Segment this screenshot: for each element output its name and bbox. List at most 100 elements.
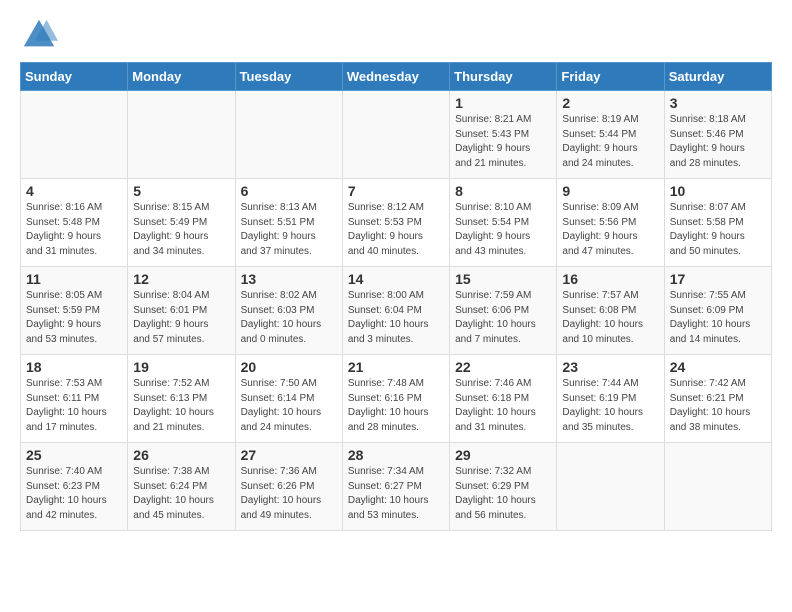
day-cell: 8 Sunrise: 8:10 AMSunset: 5:54 PMDaylight…	[450, 179, 557, 267]
day-cell	[557, 443, 664, 531]
day-info: Sunrise: 8:05 AMSunset: 5:59 PMDaylight:…	[26, 289, 122, 347]
day-info: Sunrise: 7:53 AMSunset: 6:11 PMDaylight:…	[26, 377, 122, 435]
calendar-header: SundayMondayTuesdayWednesdayThursdayFrid…	[21, 63, 772, 91]
day-info: Sunrise: 8:21 AMSunset: 5:43 PMDaylight:…	[455, 113, 551, 171]
calendar-body: 1 Sunrise: 8:21 AMSunset: 5:43 PMDaylight…	[21, 91, 772, 531]
header-cell-friday: Friday	[557, 63, 664, 91]
logo-icon	[20, 16, 58, 54]
day-number: 20	[241, 359, 337, 375]
day-cell: 6Sunrise: 8:13 AMSunset: 5:51 PMDaylight…	[235, 179, 342, 267]
day-number: 14	[348, 271, 444, 287]
day-number: 26	[133, 447, 229, 463]
day-cell: 28Sunrise: 7:34 AMSunset: 6:27 PMDayligh…	[342, 443, 449, 531]
day-cell: 4 Sunrise: 8:16 AMSunset: 5:48 PMDaylight…	[21, 179, 128, 267]
day-info: Sunrise: 7:59 AMSunset: 6:06 PMDaylight:…	[455, 289, 551, 347]
day-info: Sunrise: 8:04 AMSunset: 6:01 PMDaylight:…	[133, 289, 229, 347]
day-info: Sunrise: 8:18 AMSunset: 5:46 PMDaylight:…	[670, 113, 766, 171]
day-cell: 7 Sunrise: 8:12 AMSunset: 5:53 PMDaylight…	[342, 179, 449, 267]
day-number: 8	[455, 183, 551, 199]
day-info: Sunrise: 8:10 AMSunset: 5:54 PMDaylight:…	[455, 201, 551, 259]
day-info: Sunrise: 7:50 AMSunset: 6:14 PMDaylight:…	[241, 377, 337, 435]
day-cell: 2 Sunrise: 8:19 AMSunset: 5:44 PMDaylight…	[557, 91, 664, 179]
day-cell: 29 Sunrise: 7:32 AMSunset: 6:29 PMDayligh…	[450, 443, 557, 531]
day-cell: 9Sunrise: 8:09 AMSunset: 5:56 PMDaylight…	[557, 179, 664, 267]
day-number: 7	[348, 183, 444, 199]
header-cell-saturday: Saturday	[664, 63, 771, 91]
day-number: 9	[562, 183, 658, 199]
header-row: SundayMondayTuesdayWednesdayThursdayFrid…	[21, 63, 772, 91]
day-info: Sunrise: 8:15 AMSunset: 5:49 PMDaylight:…	[133, 201, 229, 259]
day-number: 25	[26, 447, 122, 463]
week-row-4: 25Sunrise: 7:40 AMSunset: 6:23 PMDayligh…	[21, 443, 772, 531]
week-row-3: 18 Sunrise: 7:53 AMSunset: 6:11 PMDayligh…	[21, 355, 772, 443]
header-cell-thursday: Thursday	[450, 63, 557, 91]
day-info: Sunrise: 8:02 AMSunset: 6:03 PMDaylight:…	[241, 289, 337, 347]
day-info: Sunrise: 7:55 AMSunset: 6:09 PMDaylight:…	[670, 289, 766, 347]
day-number: 23	[562, 359, 658, 375]
day-info: Sunrise: 7:36 AMSunset: 6:26 PMDaylight:…	[241, 465, 337, 523]
day-number: 29	[455, 447, 551, 463]
day-info: Sunrise: 7:32 AMSunset: 6:29 PMDaylight:…	[455, 465, 551, 523]
day-number: 22	[455, 359, 551, 375]
day-cell: 24 Sunrise: 7:42 AMSunset: 6:21 PMDayligh…	[664, 355, 771, 443]
day-number: 10	[670, 183, 766, 199]
day-info: Sunrise: 7:38 AMSunset: 6:24 PMDaylight:…	[133, 465, 229, 523]
day-cell	[128, 91, 235, 179]
day-number: 19	[133, 359, 229, 375]
day-number: 27	[241, 447, 337, 463]
day-cell: 13Sunrise: 8:02 AMSunset: 6:03 PMDayligh…	[235, 267, 342, 355]
day-cell	[342, 91, 449, 179]
day-cell	[664, 443, 771, 531]
day-info: Sunrise: 8:16 AMSunset: 5:48 PMDaylight:…	[26, 201, 122, 259]
day-info: Sunrise: 7:57 AMSunset: 6:08 PMDaylight:…	[562, 289, 658, 347]
day-info: Sunrise: 7:46 AMSunset: 6:18 PMDaylight:…	[455, 377, 551, 435]
day-number: 3	[670, 95, 766, 111]
day-cell: 10 Sunrise: 8:07 AMSunset: 5:58 PMDayligh…	[664, 179, 771, 267]
calendar-table: SundayMondayTuesdayWednesdayThursdayFrid…	[20, 62, 772, 531]
day-cell: 17 Sunrise: 7:55 AMSunset: 6:09 PMDayligh…	[664, 267, 771, 355]
day-number: 2	[562, 95, 658, 111]
logo	[20, 16, 62, 54]
day-cell: 26 Sunrise: 7:38 AMSunset: 6:24 PMDayligh…	[128, 443, 235, 531]
header-cell-tuesday: Tuesday	[235, 63, 342, 91]
day-info: Sunrise: 8:12 AMSunset: 5:53 PMDaylight:…	[348, 201, 444, 259]
day-cell: 1 Sunrise: 8:21 AMSunset: 5:43 PMDaylight…	[450, 91, 557, 179]
day-number: 11	[26, 271, 122, 287]
day-cell: 25Sunrise: 7:40 AMSunset: 6:23 PMDayligh…	[21, 443, 128, 531]
day-cell: 12 Sunrise: 8:04 AMSunset: 6:01 PMDayligh…	[128, 267, 235, 355]
day-info: Sunrise: 7:44 AMSunset: 6:19 PMDaylight:…	[562, 377, 658, 435]
header-cell-sunday: Sunday	[21, 63, 128, 91]
day-number: 12	[133, 271, 229, 287]
day-number: 17	[670, 271, 766, 287]
header-cell-monday: Monday	[128, 63, 235, 91]
week-row-2: 11 Sunrise: 8:05 AMSunset: 5:59 PMDayligh…	[21, 267, 772, 355]
day-cell: 3 Sunrise: 8:18 AMSunset: 5:46 PMDaylight…	[664, 91, 771, 179]
day-cell: 19 Sunrise: 7:52 AMSunset: 6:13 PMDayligh…	[128, 355, 235, 443]
day-cell: 15 Sunrise: 7:59 AMSunset: 6:06 PMDayligh…	[450, 267, 557, 355]
day-cell: 23 Sunrise: 7:44 AMSunset: 6:19 PMDayligh…	[557, 355, 664, 443]
day-cell: 11 Sunrise: 8:05 AMSunset: 5:59 PMDayligh…	[21, 267, 128, 355]
day-info: Sunrise: 8:19 AMSunset: 5:44 PMDaylight:…	[562, 113, 658, 171]
day-info: Sunrise: 8:07 AMSunset: 5:58 PMDaylight:…	[670, 201, 766, 259]
day-number: 18	[26, 359, 122, 375]
day-cell: 27 Sunrise: 7:36 AMSunset: 6:26 PMDayligh…	[235, 443, 342, 531]
day-number: 21	[348, 359, 444, 375]
page-header	[0, 0, 792, 62]
day-cell: 14Sunrise: 8:00 AMSunset: 6:04 PMDayligh…	[342, 267, 449, 355]
day-number: 15	[455, 271, 551, 287]
day-number: 24	[670, 359, 766, 375]
day-cell: 22 Sunrise: 7:46 AMSunset: 6:18 PMDayligh…	[450, 355, 557, 443]
day-info: Sunrise: 7:42 AMSunset: 6:21 PMDaylight:…	[670, 377, 766, 435]
day-number: 6	[241, 183, 337, 199]
day-number: 4	[26, 183, 122, 199]
day-cell: 21 Sunrise: 7:48 AMSunset: 6:16 PMDayligh…	[342, 355, 449, 443]
day-number: 1	[455, 95, 551, 111]
day-number: 28	[348, 447, 444, 463]
week-row-1: 4 Sunrise: 8:16 AMSunset: 5:48 PMDaylight…	[21, 179, 772, 267]
day-info: Sunrise: 7:52 AMSunset: 6:13 PMDaylight:…	[133, 377, 229, 435]
day-cell	[235, 91, 342, 179]
day-cell: 18 Sunrise: 7:53 AMSunset: 6:11 PMDayligh…	[21, 355, 128, 443]
day-cell: 20 Sunrise: 7:50 AMSunset: 6:14 PMDayligh…	[235, 355, 342, 443]
day-info: Sunrise: 7:48 AMSunset: 6:16 PMDaylight:…	[348, 377, 444, 435]
week-row-0: 1 Sunrise: 8:21 AMSunset: 5:43 PMDaylight…	[21, 91, 772, 179]
